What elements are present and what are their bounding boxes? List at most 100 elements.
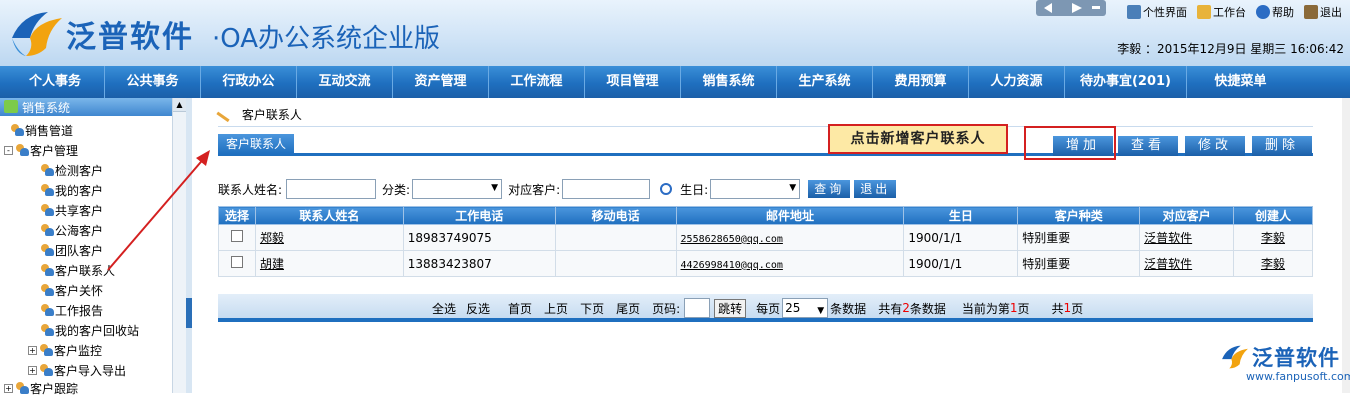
pagination-controls: 全选 反选 首页 上页 下页 尾页 页码: 跳转 每页 25 条数据 共有 2 …: [432, 298, 1083, 320]
contacts-icon: [39, 344, 53, 356]
tab-customer-contacts[interactable]: 客户联系人: [218, 134, 295, 154]
nav-todo[interactable]: 待办事宜(201): [1064, 66, 1186, 98]
nav-public[interactable]: 公共事务: [104, 66, 200, 98]
nav-projects[interactable]: 项目管理: [584, 66, 680, 98]
tree-item-check-customers[interactable]: 检测客户: [40, 160, 103, 180]
creator-link[interactable]: 李毅: [1261, 231, 1285, 245]
select-all-link[interactable]: 全选: [432, 300, 456, 317]
collapse-icon[interactable]: -: [4, 145, 13, 155]
nav-personal[interactable]: 个人事务: [6, 66, 104, 98]
scroll-up-icon[interactable]: ▲: [173, 98, 186, 112]
col-birthday[interactable]: 生日: [903, 206, 1019, 225]
email-link[interactable]: 2558628650@qq.com: [681, 234, 783, 245]
contacts-icon: [40, 304, 54, 316]
exit-filter-button[interactable]: 退出: [854, 180, 897, 198]
page-number-input[interactable]: [684, 298, 711, 318]
personalize-button[interactable]: 个性界面: [1127, 4, 1187, 20]
email-link[interactable]: 4426998410@qq.com: [681, 260, 783, 271]
tree-label: 我的客户回收站: [55, 323, 140, 338]
nav-hr[interactable]: 人力资源: [968, 66, 1064, 98]
per-page-suffix: 条数据: [830, 301, 867, 316]
per-page-select[interactable]: 25: [782, 298, 829, 320]
nav-workflow[interactable]: 工作流程: [488, 66, 584, 98]
contacts-table: 选择 联系人姓名 工作电话 移动电话 邮件地址 生日 客户种类 对应客户 创建人…: [218, 206, 1313, 277]
edit-button[interactable]: 修改: [1185, 136, 1245, 156]
nav-budget[interactable]: 费用预算: [872, 66, 968, 98]
customer-input[interactable]: [562, 179, 651, 199]
customer-link[interactable]: 泛普软件: [1144, 231, 1192, 245]
first-page-link[interactable]: 首页: [508, 300, 532, 317]
tree-item-shared-customers[interactable]: 共享客户: [40, 200, 103, 220]
col-work-phone[interactable]: 工作电话: [402, 206, 556, 225]
tree-item-import-export[interactable]: + 客户导入导出: [28, 360, 126, 380]
workbench-button[interactable]: 工作台: [1197, 4, 1246, 20]
tree-item-customer-mgmt[interactable]: - 客户管理: [4, 140, 78, 160]
col-select[interactable]: 选择: [218, 206, 256, 225]
nav-assets[interactable]: 资产管理: [392, 66, 488, 98]
col-contact-name[interactable]: 联系人姓名: [254, 206, 404, 225]
row-checkbox[interactable]: [230, 230, 243, 242]
tree-label: 客户导入导出: [54, 363, 127, 378]
nav-interact[interactable]: 互动交流: [296, 66, 392, 98]
contact-name-link[interactable]: 胡建: [260, 257, 284, 271]
contact-name-link[interactable]: 郑毅: [260, 231, 284, 245]
add-button[interactable]: 增加: [1053, 136, 1113, 156]
category-label: 分类:: [382, 182, 411, 197]
tree-item-customer-monitor[interactable]: + 客户监控: [28, 340, 102, 360]
delete-button[interactable]: 删除: [1252, 136, 1312, 156]
media-controls[interactable]: [1036, 0, 1106, 18]
sidebar-header[interactable]: 销售系统: [0, 98, 172, 116]
row-checkbox[interactable]: [230, 256, 243, 268]
tree-item-public-customers[interactable]: 公海客户: [40, 220, 103, 240]
contact-name-input[interactable]: [286, 179, 377, 199]
customer-link[interactable]: 泛普软件: [1144, 257, 1192, 271]
category-select[interactable]: [412, 179, 503, 199]
watermark-text: 泛普软件: [1252, 346, 1340, 370]
splitter-grip-icon[interactable]: [186, 298, 192, 328]
exit-button[interactable]: 退出: [1304, 4, 1342, 20]
col-mobile[interactable]: 移动电话: [554, 206, 677, 225]
tree-item-customer-care[interactable]: 客户关怀: [40, 280, 103, 300]
media-player-icon[interactable]: [1036, 0, 1106, 18]
tree-item-work-report[interactable]: 工作报告: [40, 300, 103, 320]
monitor-icon: [1127, 5, 1141, 19]
tree-item-team-customers[interactable]: 团队客户: [40, 240, 103, 260]
creator-cell: 李毅: [1233, 224, 1313, 251]
watermark-url: www.fanpusoft.com: [1246, 370, 1350, 383]
tree-item-customer-tracking[interactable]: + 客户跟踪: [4, 378, 78, 398]
nav-shortcuts[interactable]: 快捷菜单: [1186, 66, 1294, 98]
prev-page-link[interactable]: 上页: [544, 300, 568, 317]
search-icon[interactable]: [660, 183, 673, 195]
mobile-cell: [554, 250, 677, 277]
next-page-link[interactable]: 下页: [580, 300, 604, 317]
nav-production[interactable]: 生产系统: [776, 66, 872, 98]
col-customer-kind[interactable]: 客户种类: [1017, 206, 1141, 225]
top-tools: 个性界面 工作台 帮助 退出: [1127, 2, 1342, 22]
tree-item-sales-pipeline[interactable]: 销售管道: [10, 120, 73, 140]
col-email[interactable]: 邮件地址: [675, 206, 905, 225]
tree-item-my-customers[interactable]: 我的客户: [40, 180, 103, 200]
last-page-link[interactable]: 尾页: [616, 300, 640, 317]
expand-icon[interactable]: +: [28, 365, 37, 375]
nav-sales[interactable]: 销售系统: [680, 66, 776, 98]
tree-item-recycle-bin[interactable]: 我的客户回收站: [40, 320, 139, 340]
jump-button[interactable]: 跳转: [714, 298, 747, 318]
per-page-label: 每页: [756, 301, 781, 316]
view-button[interactable]: 查看: [1118, 136, 1178, 156]
tree-label: 客户监控: [54, 343, 103, 358]
creator-link[interactable]: 李毅: [1261, 257, 1285, 271]
col-customer[interactable]: 对应客户: [1139, 206, 1235, 225]
work-phone-cell: 18983749075: [402, 224, 556, 251]
nav-admin[interactable]: 行政办公: [200, 66, 296, 98]
total-prefix: 共有: [878, 301, 903, 316]
help-button[interactable]: 帮助: [1256, 4, 1294, 20]
birthday-label: 生日:: [680, 182, 709, 197]
col-creator[interactable]: 创建人: [1233, 206, 1313, 225]
expand-icon[interactable]: +: [28, 345, 37, 355]
invert-selection-link[interactable]: 反选: [466, 300, 490, 317]
help-label: 帮助: [1272, 6, 1294, 19]
total-pages: 1: [1063, 301, 1072, 315]
birthday-select[interactable]: [710, 179, 801, 199]
query-button[interactable]: 查询: [808, 180, 851, 198]
expand-icon[interactable]: +: [4, 383, 13, 393]
